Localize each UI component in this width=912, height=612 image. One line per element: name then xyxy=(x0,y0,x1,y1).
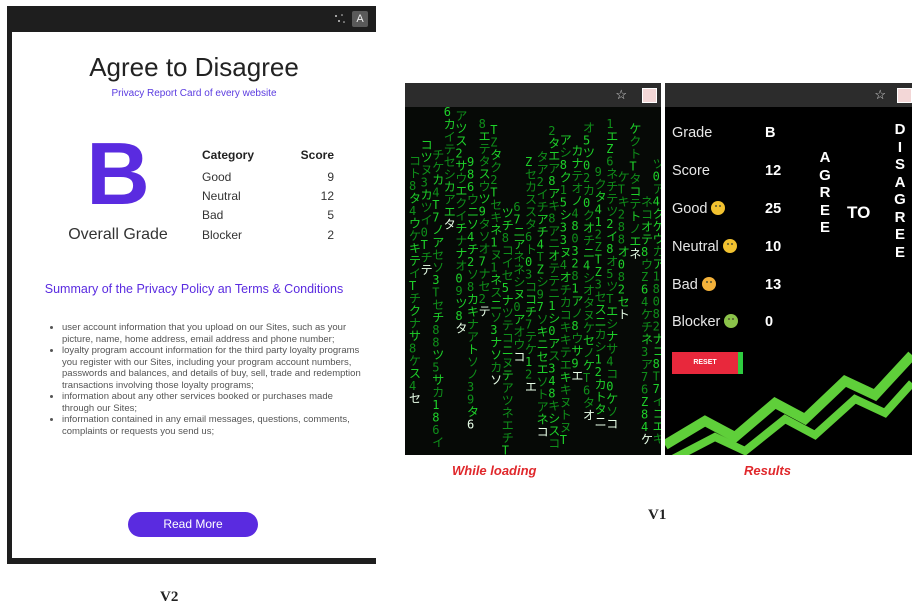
matrix-glyph: ト xyxy=(618,308,630,322)
caption-results: Results xyxy=(744,463,791,478)
v1-results-toolbar: ☆ xyxy=(665,83,912,107)
expressionless-face-icon xyxy=(722,239,737,253)
to-word: TO xyxy=(847,203,871,222)
table-row: Good 9 xyxy=(202,170,342,188)
page-title: Agree to Disagree xyxy=(89,52,299,82)
table-row: Neutral 12 xyxy=(202,189,342,207)
vertical-letter: I xyxy=(897,138,903,156)
extension-icon[interactable] xyxy=(642,88,657,103)
score-cell: 5 xyxy=(327,208,334,222)
matrix-rain-animation: コト8タ4ウケキテイTチクナサ8ケス4セコツヌ3カツイ0Tチテチケカ4T7ノアセ… xyxy=(409,107,661,456)
matrix-glyph: ニ xyxy=(595,415,607,429)
reset-button[interactable]: RESET xyxy=(672,352,743,374)
v2-caption: V2 xyxy=(160,589,179,605)
matrix-glyph: タ xyxy=(444,218,456,232)
v1-loading-screen: ☆ コト8タ4ウケキテイTチクナサ8ケス4セコツヌ3カツイ0Tチテチケカ4T7ノ… xyxy=(405,83,661,455)
category-cell: Bad xyxy=(202,208,224,222)
score-cell: 12 xyxy=(320,189,334,203)
category-cell: Blocker xyxy=(202,228,243,242)
matrix-glyph: コ xyxy=(513,350,525,364)
read-more-button[interactable]: Read More xyxy=(128,512,258,537)
sparkle-icon xyxy=(335,14,345,23)
result-value-bad: 13 xyxy=(765,277,782,293)
matrix-glyph: T xyxy=(560,433,567,447)
vertical-letter: G xyxy=(819,166,831,184)
result-value-score: 12 xyxy=(765,163,782,179)
vertical-letter: G xyxy=(894,191,906,208)
matrix-glyph: イ xyxy=(432,436,444,450)
nauseated-face-icon xyxy=(724,314,739,328)
matrix-glyph: コ xyxy=(548,437,560,451)
category-cell: Neutral xyxy=(202,189,241,203)
matrix-glyph: セ xyxy=(409,392,421,406)
vertical-letter: E xyxy=(894,243,905,261)
extension-icon[interactable]: A xyxy=(352,11,368,27)
vertical-letter: A xyxy=(819,149,831,166)
vertical-letter: E xyxy=(819,201,830,219)
matrix-glyph: ネ xyxy=(629,247,641,261)
score-cell: 2 xyxy=(327,228,334,242)
matrix-glyph: エ xyxy=(571,369,583,383)
matrix-glyph: エ xyxy=(525,380,537,394)
matrix-glyph: テ xyxy=(421,263,433,277)
vertical-letter: E xyxy=(894,226,905,243)
overall-grade-label: Overall Grade xyxy=(68,226,168,243)
column-header-category: Category xyxy=(202,148,255,162)
overall-grade-letter: B xyxy=(86,124,150,223)
extension-icon[interactable] xyxy=(897,88,912,103)
list-item: information about any other services boo… xyxy=(62,391,362,414)
result-label-neutral: Neutral xyxy=(672,239,737,255)
slightly-smiling-face-icon xyxy=(711,201,726,215)
matrix-glyph: コ xyxy=(537,425,549,439)
vertical-letter: R xyxy=(894,208,906,226)
confused-face-icon xyxy=(701,277,716,291)
matrix-glyph: タ xyxy=(455,322,467,336)
v1-loading-toolbar: ☆ xyxy=(405,83,661,107)
policy-summary-list: user account information that you upload… xyxy=(48,322,362,437)
v1-caption: V1 xyxy=(648,507,667,523)
category-cell: Good xyxy=(202,170,232,184)
vertical-letter: D xyxy=(894,121,906,138)
result-value-grade: B xyxy=(765,125,776,141)
v1-results-screen: ☆ Grade B Score 12 Good 25 Neutral 10 Ba… xyxy=(665,83,912,455)
result-label-bad: Bad xyxy=(672,277,716,293)
vertical-letter: A xyxy=(894,173,906,191)
table-row: Bad 5 xyxy=(202,208,342,226)
list-item: user account information that you upload… xyxy=(62,322,362,345)
summary-heading: Summary of the Privacy Policy an Terms &… xyxy=(44,282,344,296)
result-label-score: Score xyxy=(672,163,710,179)
matrix-glyph: テ xyxy=(479,305,491,319)
result-label-grade: Grade xyxy=(672,125,713,141)
matrix-glyph: ソ xyxy=(490,373,502,387)
matrix-glyph: キ xyxy=(653,432,661,446)
score-cell: 9 xyxy=(327,170,334,184)
v2-popup: Agree to Disagree Privacy Report Card of… xyxy=(12,32,376,558)
vertical-letter: E xyxy=(819,219,830,236)
result-label-good: Good xyxy=(672,201,726,217)
result-label-blocker: Blocker xyxy=(672,314,739,330)
result-value-neutral: 10 xyxy=(765,239,782,255)
list-item: information contained in any email messa… xyxy=(62,414,362,437)
v2-browser-frame: A Agree to Disagree Privacy Report Card … xyxy=(7,6,376,564)
matrix-glyph: オ xyxy=(583,409,595,423)
matrix-glyph: コ xyxy=(606,417,618,431)
matrix-glyph: T xyxy=(502,444,509,456)
page-subtitle: Privacy Report Card of every website xyxy=(111,88,277,99)
result-value-good: 25 xyxy=(765,201,782,217)
matrix-glyph: ケ xyxy=(641,433,653,447)
result-value-blocker: 0 xyxy=(765,314,774,330)
column-header-score: Score xyxy=(300,148,334,162)
caption-while-loading: While loading xyxy=(452,463,537,478)
table-row: Blocker 2 xyxy=(202,228,342,246)
bookmark-star-icon[interactable]: ☆ xyxy=(874,83,886,107)
v2-toolbar: A xyxy=(7,6,376,32)
vertical-letter: R xyxy=(819,184,831,201)
list-item: loyalty program account information for … xyxy=(62,345,362,391)
vertical-letter: S xyxy=(894,156,905,173)
matrix-glyph: 6 xyxy=(467,418,474,432)
bookmark-star-icon[interactable]: ☆ xyxy=(615,83,627,107)
